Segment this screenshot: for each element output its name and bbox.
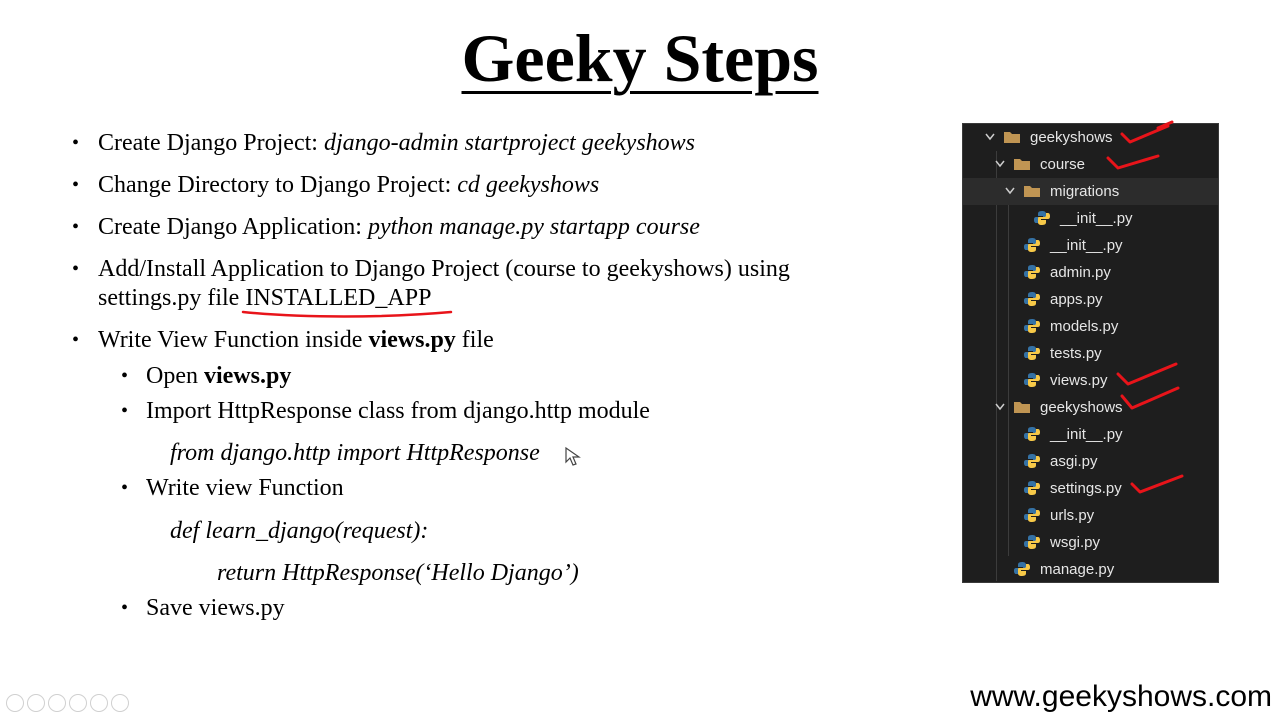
sub-bullet-dot: • [121, 477, 129, 499]
bullet-write-view: Write View Function inside views.py file [98, 327, 494, 353]
tree-item-label: __init__.py [1060, 210, 1133, 227]
tree-item-file[interactable]: wsgi.py [963, 529, 1218, 556]
bullet-dot: • [72, 258, 80, 280]
tree-item-file[interactable]: manage.py [963, 556, 1218, 583]
bullet-dot: • [72, 216, 80, 238]
tree-item-label: migrations [1050, 183, 1120, 200]
python-file-icon [1034, 211, 1050, 225]
red-checkmark-icon [1106, 154, 1160, 170]
sub-bullet-save: Save views.py [146, 595, 285, 621]
tree-item-label: apps.py [1050, 291, 1103, 308]
sub-bullet-dot: • [121, 400, 129, 422]
tree-item-folder[interactable]: geekyshows [963, 124, 1218, 151]
tree-item-label: geekyshows [1040, 399, 1123, 416]
bullet-install-app-line2: settings.py file INSTALLED_APP [98, 286, 453, 318]
chevron-down-icon[interactable] [1005, 178, 1017, 205]
red-underline-annotation [242, 310, 453, 318]
python-file-icon [1024, 265, 1040, 279]
tree-item-folder[interactable]: course [963, 151, 1218, 178]
chevron-down-icon[interactable] [995, 151, 1007, 178]
footer-url: www.geekyshows.com [970, 680, 1272, 713]
tree-item-label: __init__.py [1050, 426, 1123, 443]
sub-bullet-import: Import HttpResponse class from django.ht… [146, 398, 650, 424]
tree-item-label: views.py [1050, 372, 1108, 389]
folder-icon [1014, 402, 1030, 413]
sub-bullet-dot: • [121, 597, 129, 619]
code-return-line: return HttpResponse(‘Hello Django’) [217, 560, 579, 586]
bullet-create-app: Create Django Application: python manage… [98, 214, 700, 240]
tree-item-file[interactable]: __init__.py [963, 205, 1218, 232]
bullet-change-directory: Change Directory to Django Project: cd g… [98, 172, 600, 198]
folder-icon [1004, 132, 1020, 143]
tree-item-file[interactable]: __init__.py [963, 232, 1218, 259]
tree-item-file[interactable]: asgi.py [963, 448, 1218, 475]
python-file-icon [1024, 427, 1040, 441]
slides-icon[interactable] [69, 694, 87, 712]
tree-item-label: models.py [1050, 318, 1119, 335]
tree-item-file[interactable]: models.py [963, 313, 1218, 340]
tree-item-label: admin.py [1050, 264, 1111, 281]
sub-bullet-dot: • [121, 365, 129, 387]
python-file-icon [1024, 481, 1040, 495]
tree-item-label: geekyshows [1030, 129, 1113, 146]
python-file-icon [1024, 454, 1040, 468]
folder-icon [1014, 159, 1030, 170]
file-explorer-panel: geekyshows course migrations __init__.py… [962, 123, 1219, 583]
python-file-icon [1024, 319, 1040, 333]
python-file-icon [1024, 373, 1040, 387]
python-file-icon [1024, 292, 1040, 306]
next-slide-icon[interactable] [27, 694, 45, 712]
python-file-icon [1024, 508, 1040, 522]
tree-item-file[interactable]: __init__.py [963, 421, 1218, 448]
tree-item-label: manage.py [1040, 561, 1115, 578]
code-import-line: from django.http import HttpResponse [170, 440, 540, 466]
tree-item-label: asgi.py [1050, 453, 1098, 470]
tree-item-label: settings.py [1050, 480, 1122, 497]
chevron-down-icon[interactable] [995, 394, 1007, 421]
tree-item-label: tests.py [1050, 345, 1102, 362]
red-checkmark-icon [1130, 474, 1184, 494]
folder-icon [1024, 186, 1040, 197]
tree-item-file[interactable]: urls.py [963, 502, 1218, 529]
tree-item-label: urls.py [1050, 507, 1095, 524]
slide-title: Geeky Steps [461, 20, 819, 96]
python-file-icon [1024, 346, 1040, 360]
python-file-icon [1024, 238, 1040, 252]
tree-item-label: course [1040, 156, 1086, 173]
chevron-down-icon[interactable] [985, 124, 997, 151]
tree-item-file[interactable]: admin.py [963, 259, 1218, 286]
code-def-line: def learn_django(request): [170, 518, 429, 544]
slideshow-controls[interactable] [6, 694, 132, 717]
sub-bullet-write-function: Write view Function [146, 475, 344, 501]
python-file-icon [1014, 562, 1030, 576]
more-options-icon[interactable] [111, 694, 129, 712]
sub-bullet-open-views: Open views.py [146, 363, 292, 389]
mouse-cursor-icon [565, 446, 581, 466]
prev-slide-icon[interactable] [6, 694, 24, 712]
bullet-dot: • [72, 132, 80, 154]
python-file-icon [1024, 535, 1040, 549]
tree-item-label: wsgi.py [1050, 534, 1101, 551]
tree-item-label: __init__.py [1050, 237, 1123, 254]
bullet-dot: • [72, 329, 80, 351]
bullet-dot: • [72, 174, 80, 196]
installed-app-highlight: INSTALLED_APP [242, 286, 453, 318]
red-checkmark-icon [1120, 386, 1180, 410]
tree-item-file[interactable]: apps.py [963, 286, 1218, 313]
pen-icon[interactable] [48, 694, 66, 712]
bullet-create-project: Create Django Project: django-admin star… [98, 130, 695, 156]
bullet-install-app-line1: Add/Install Application to Django Projec… [98, 256, 790, 282]
zoom-icon[interactable] [90, 694, 108, 712]
tree-item-folder[interactable]: migrations [963, 178, 1218, 205]
